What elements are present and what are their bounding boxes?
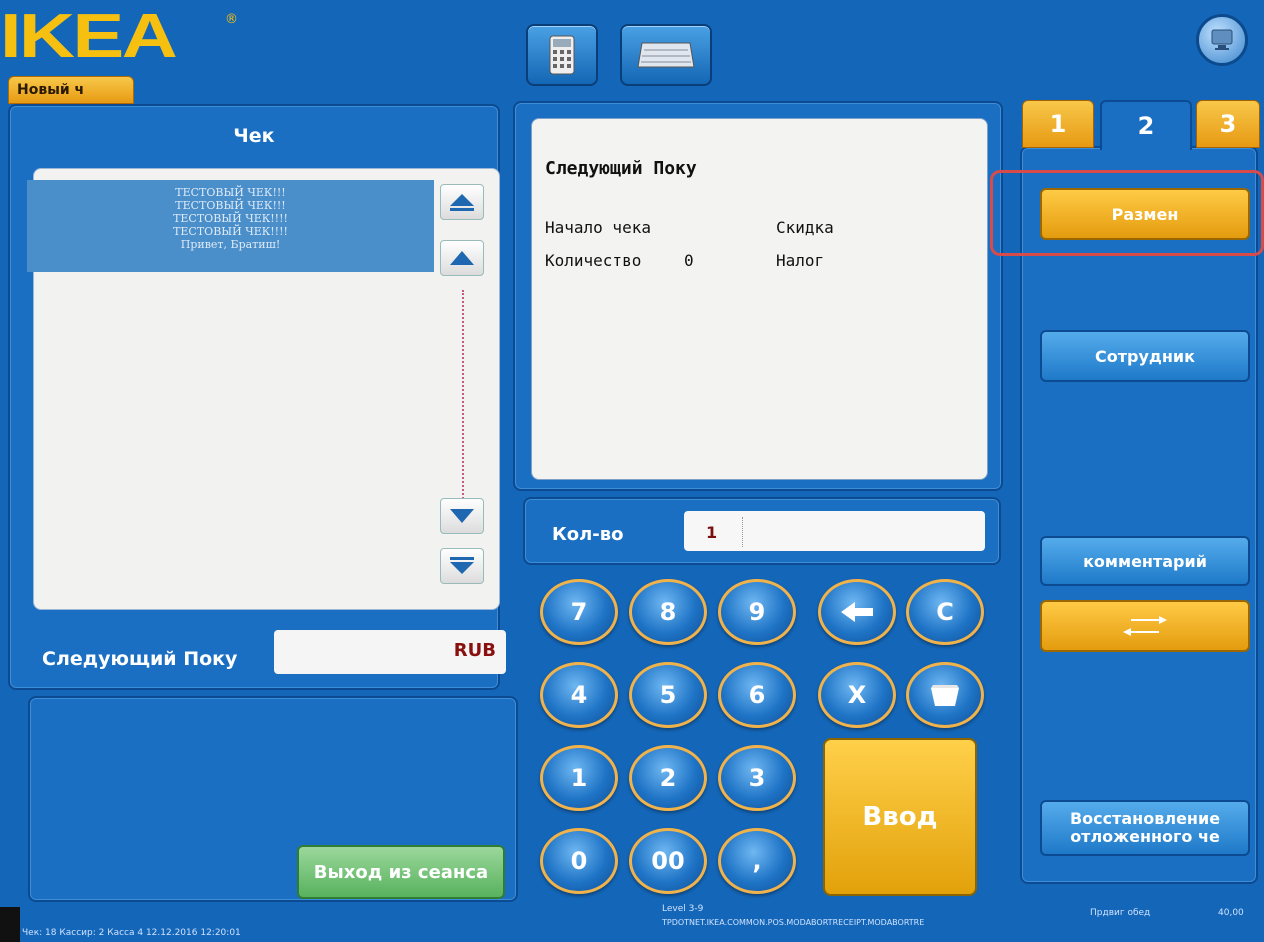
- quantity-label: Количество: [545, 251, 642, 270]
- multiply-button[interactable]: X: [818, 662, 896, 728]
- key-0[interactable]: 0: [540, 828, 618, 894]
- keyboard-icon: [637, 42, 695, 68]
- quantity-value: 0: [684, 251, 694, 270]
- total-field: RUB: [274, 630, 506, 674]
- receipt-selected-item[interactable]: ТЕСТОВЫЙ ЧЕК!!! ТЕСТОВЫЙ ЧЕК!!! ТЕСТОВЫЙ…: [27, 180, 434, 272]
- key-00[interactable]: 00: [629, 828, 707, 894]
- monitor-icon: [1211, 29, 1233, 50]
- key-3[interactable]: 3: [718, 745, 796, 811]
- qty-cursor: [742, 517, 743, 547]
- key-2[interactable]: 2: [629, 745, 707, 811]
- receipt-line: ТЕСТОВЫЙ ЧЕК!!!: [175, 186, 286, 199]
- double-up-icon: [450, 194, 474, 211]
- restore-button-line2: отложенного че: [1070, 827, 1220, 846]
- info-header: Следующий Поку: [545, 158, 697, 179]
- screen-bezel: [0, 907, 20, 942]
- key-1[interactable]: 1: [540, 745, 618, 811]
- registered-mark: ®: [225, 12, 238, 27]
- footer-status: Чек: 18 Кассир: 2 Касса 4 12.12.2016 12:…: [22, 928, 241, 938]
- comment-button[interactable]: комментарий: [1040, 536, 1250, 586]
- receipt-title: Чек: [233, 125, 275, 147]
- qty-label: Кол-во: [552, 524, 624, 545]
- key-9[interactable]: 9: [718, 579, 796, 645]
- next-buyer-label: Следующий Поку: [42, 648, 238, 670]
- arrow-left-icon: [841, 602, 873, 622]
- footer-lunch: Прдвиг обед: [1090, 908, 1151, 918]
- receipt-line: ТЕСТОВЫЙ ЧЕК!!!!: [173, 225, 288, 238]
- double-down-icon: [450, 557, 474, 574]
- key-7[interactable]: 7: [540, 579, 618, 645]
- receipt-line: Привет, Братиш!: [180, 238, 281, 251]
- enter-button[interactable]: Ввод: [823, 738, 977, 896]
- restore-deferred-receipt-button[interactable]: Восстановление отложенного че: [1040, 800, 1250, 856]
- key-4[interactable]: 4: [540, 662, 618, 728]
- qty-input[interactable]: 1: [684, 511, 985, 551]
- clear-button[interactable]: C: [906, 579, 984, 645]
- chevron-down-icon: [450, 509, 474, 523]
- function-panel: [1020, 146, 1258, 884]
- key-6[interactable]: 6: [718, 662, 796, 728]
- switch-button[interactable]: [1040, 600, 1250, 652]
- tab-page-3[interactable]: 3: [1196, 100, 1260, 148]
- restore-button-line1: Восстановление: [1069, 809, 1221, 828]
- ikea-logo: IKEA: [0, 2, 178, 71]
- scroll-track[interactable]: [462, 290, 464, 510]
- key-5[interactable]: 5: [629, 662, 707, 728]
- tab-new-receipt[interactable]: Новый ч: [8, 76, 134, 104]
- logout-button[interactable]: Выход из сеанса: [297, 845, 505, 899]
- scroll-down-button[interactable]: [440, 498, 484, 534]
- receipt-start-label: Начало чека: [545, 218, 651, 237]
- key-comma[interactable]: ,: [718, 828, 796, 894]
- key-8[interactable]: 8: [629, 579, 707, 645]
- receipt-line: ТЕСТОВЫЙ ЧЕК!!!: [175, 199, 286, 212]
- scroll-up-button[interactable]: [440, 240, 484, 276]
- swap-arrows-icon: [1123, 616, 1167, 636]
- scroll-top-button[interactable]: [440, 184, 484, 220]
- eraser-button[interactable]: [906, 662, 984, 728]
- scroll-bottom-button[interactable]: [440, 548, 484, 584]
- receipt-line: ТЕСТОВЫЙ ЧЕК!!!!: [173, 212, 288, 225]
- footer-level: Level 3-9: [662, 904, 704, 914]
- tab-page-2[interactable]: 2: [1100, 100, 1192, 150]
- employee-button[interactable]: Сотрудник: [1040, 330, 1250, 382]
- chevron-up-icon: [450, 251, 474, 265]
- footer-amount: 40,00: [1218, 908, 1244, 918]
- tax-label: Налог: [776, 251, 825, 270]
- backspace-button[interactable]: [818, 579, 896, 645]
- status-button[interactable]: [1196, 14, 1248, 66]
- footer-route: TPDOTNET.IKEA.COMMON.POS.MODABORTRECEIPT…: [662, 918, 925, 927]
- calculator-icon: [549, 35, 575, 75]
- keyboard-button[interactable]: [620, 24, 712, 86]
- tab-page-1[interactable]: 1: [1022, 100, 1094, 148]
- eraser-icon: [931, 685, 959, 706]
- discount-label: Скидка: [776, 218, 834, 237]
- calculator-button[interactable]: [526, 24, 598, 86]
- change-highlight: [990, 170, 1264, 256]
